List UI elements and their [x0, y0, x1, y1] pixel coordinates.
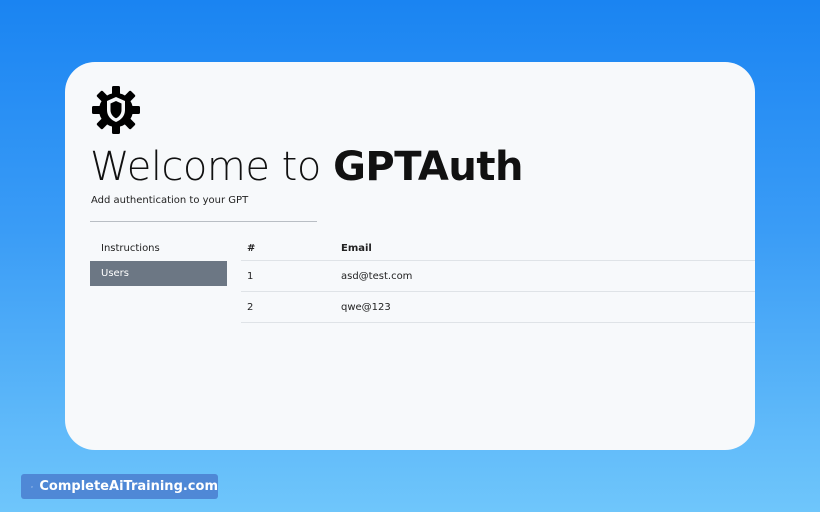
main-card: Welcome to GPTAuth Add authentication to… [65, 62, 755, 450]
page-title: Welcome to GPTAuth [90, 144, 523, 190]
row-email: asd@test.com [341, 270, 413, 282]
table-row[interactable]: 2 qwe@123 [241, 292, 755, 323]
row-email: qwe@123 [341, 301, 391, 313]
sidebar-item-users[interactable]: Users [90, 261, 227, 286]
sidebar-item-instructions[interactable]: Instructions [90, 236, 227, 261]
sidebar-nav: Instructions Users [90, 236, 227, 286]
title-prefix: Welcome to [90, 144, 334, 190]
watermark-badge: CompleteAiTraining.com [21, 474, 218, 499]
watermark-text: CompleteAiTraining.com [39, 479, 218, 494]
shield-gear-icon [92, 86, 140, 134]
page-subtitle: Add authentication to your GPT [91, 195, 249, 206]
row-number: 2 [247, 301, 254, 313]
column-header-number[interactable]: # [241, 243, 341, 254]
table-row[interactable]: 1 asd@test.com [241, 261, 755, 292]
spark-icon [31, 485, 34, 488]
title-brand: GPTAuth [333, 144, 523, 190]
column-header-email[interactable]: Email [341, 243, 755, 254]
divider [90, 221, 317, 222]
row-number: 1 [247, 270, 254, 282]
table-header-row: # Email [241, 236, 755, 261]
users-table: # Email 1 asd@test.com 2 qwe@123 [241, 236, 755, 323]
